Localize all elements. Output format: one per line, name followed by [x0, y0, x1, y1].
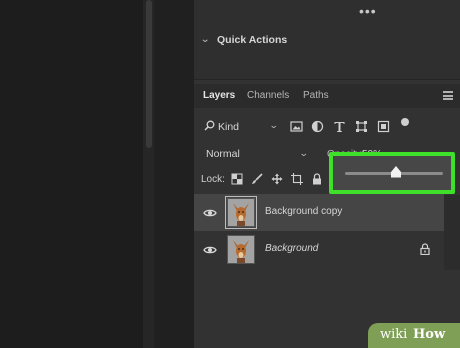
prevent-autonest-icon[interactable] [291, 173, 303, 185]
lock-image-pixels-icon[interactable] [251, 173, 263, 185]
blend-mode-label: Normal [206, 148, 240, 160]
layer-row-background[interactable]: Background [194, 231, 444, 268]
layers-panel-tabs: Layers Channels Paths [194, 84, 460, 108]
search-icon [204, 120, 215, 134]
layer-thumbnail [227, 235, 255, 264]
quick-actions-title[interactable]: Quick Actions [217, 34, 287, 46]
watermark-how-text: How [413, 327, 446, 342]
lock-position-icon[interactable] [271, 173, 283, 185]
layer-thumbnail [225, 196, 257, 229]
visibility-eye-icon[interactable] [203, 245, 217, 255]
panel-gutter [154, 0, 194, 348]
image-filter-icon[interactable] [290, 120, 303, 133]
filter-kind-label: Kind [218, 121, 240, 133]
wikihow-watermark: wiki How [368, 323, 460, 348]
scrollbar-thumb[interactable] [146, 0, 152, 148]
chevron-down-icon: ⌄ [299, 148, 310, 158]
chevron-down-icon: ⌄ [268, 120, 279, 130]
layer-lock-icon[interactable] [420, 243, 430, 255]
tab-paths[interactable]: Paths [303, 90, 329, 101]
opacity-slider-thumb[interactable] [389, 165, 403, 179]
filter-toggle-icon[interactable] [401, 118, 409, 126]
watermark-wiki-text: wiki [380, 327, 408, 342]
type-filter-icon[interactable] [333, 120, 346, 133]
layer-name[interactable]: Background [265, 243, 318, 254]
blend-mode-select[interactable]: Normal ⌄ [202, 146, 310, 163]
visibility-eye-icon[interactable] [203, 208, 217, 218]
opacity-slider-popup [329, 152, 455, 194]
layer-name[interactable]: Background copy [265, 206, 342, 217]
chevron-down-icon[interactable]: ⌄ [200, 34, 210, 45]
tab-channels[interactable]: Channels [247, 90, 289, 101]
panel-menu-icon[interactable] [443, 91, 453, 100]
layers-list-scrollbar[interactable] [444, 195, 460, 270]
adjustment-filter-icon[interactable] [311, 120, 324, 133]
layer-filter-kind-select[interactable]: Kind ⌄ [202, 118, 280, 136]
more-options-icon[interactable]: ••• [359, 3, 377, 19]
lock-label: Lock: [201, 174, 225, 185]
lock-transparent-pixels-icon[interactable] [231, 173, 243, 185]
shape-filter-icon[interactable] [355, 120, 368, 133]
tab-layers[interactable]: Layers [203, 90, 235, 101]
lock-all-icon[interactable] [311, 173, 323, 185]
layer-row-background-copy[interactable]: Background copy [194, 194, 444, 231]
quick-actions-panel: ••• ⌄ Quick Actions [194, 0, 460, 80]
smart-object-filter-icon[interactable] [377, 120, 390, 133]
document-canvas-area [0, 0, 143, 348]
